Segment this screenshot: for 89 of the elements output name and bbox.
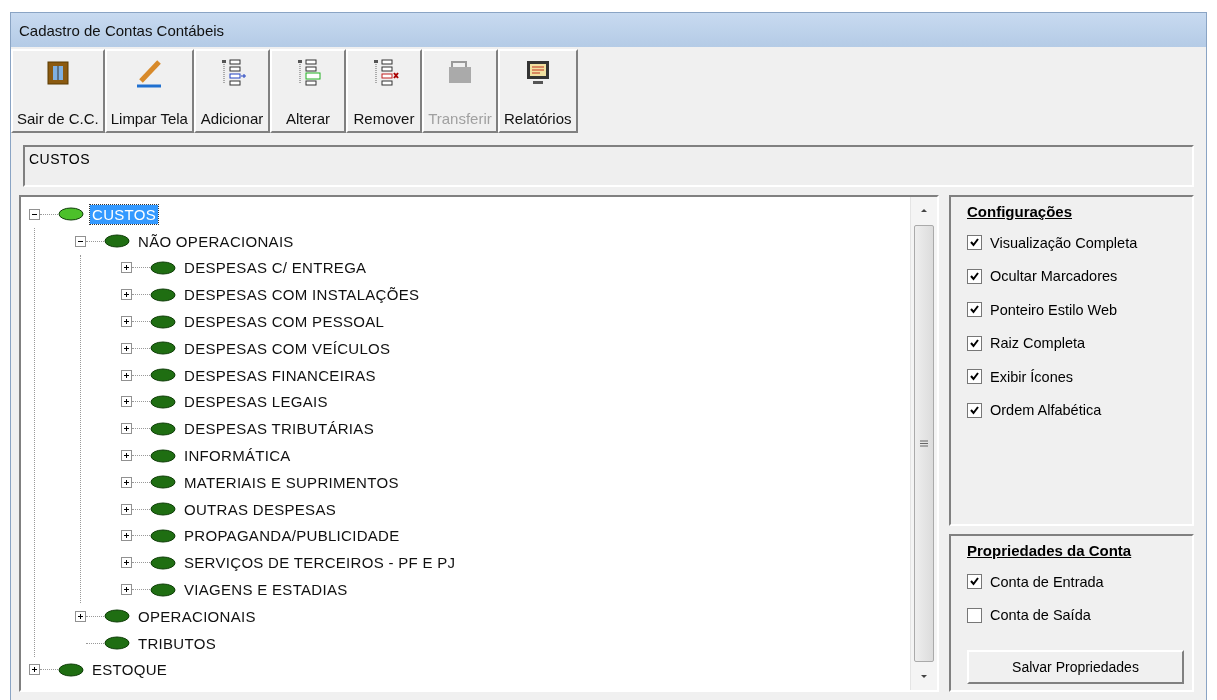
check-icon — [969, 304, 980, 316]
tree-item[interactable]: DESPESAS TRIBUTÁRIAS — [182, 419, 376, 439]
expand-toggle[interactable] — [121, 262, 132, 274]
checkbox[interactable] — [967, 369, 982, 385]
checkbox[interactable] — [967, 268, 982, 284]
check-icon — [969, 237, 980, 249]
expand-toggle[interactable] — [29, 664, 40, 676]
tree-item[interactable]: DESPESAS COM VEÍCULOS — [182, 338, 393, 358]
group-title: Configurações — [967, 203, 1073, 220]
tree-item[interactable]: DESPESAS C/ ENTREGA — [182, 258, 369, 278]
expand-toggle[interactable] — [121, 289, 132, 301]
check-icon — [969, 270, 980, 282]
group-title: Propriedades da Conta — [967, 542, 1133, 559]
checkbox[interactable] — [967, 402, 982, 418]
oval-node-icon — [150, 448, 176, 463]
expand-toggle[interactable] — [121, 342, 132, 354]
tree-item[interactable]: DESPESAS COM INSTALAÇÕES — [182, 285, 422, 305]
check-icon — [969, 371, 980, 383]
collapse-toggle[interactable] — [29, 208, 40, 220]
check-icon — [969, 404, 980, 416]
expand-toggle[interactable] — [121, 503, 132, 515]
oval-node-icon — [150, 555, 176, 570]
scrollbar[interactable] — [910, 197, 937, 690]
oval-node-icon — [150, 475, 176, 490]
expand-toggle[interactable] — [121, 423, 132, 435]
checkbox-label: Conta de Entrada — [990, 573, 1104, 590]
checkbox[interactable] — [967, 335, 982, 351]
oval-node-icon — [150, 528, 176, 543]
toolbar-button[interactable]: Limpar Tela — [104, 49, 194, 133]
checkbox[interactable] — [967, 235, 982, 251]
oval-node-icon — [150, 314, 176, 329]
oval-node-icon — [104, 234, 130, 249]
check-icon — [969, 576, 980, 588]
tree-item[interactable]: OUTRAS DESPESAS — [182, 499, 339, 519]
oval-node-icon — [104, 636, 130, 651]
tree-item[interactable]: DESPESAS LEGAIS — [182, 392, 330, 412]
expand-toggle[interactable] — [121, 584, 132, 596]
checkbox[interactable] — [967, 607, 982, 623]
oval-node-icon — [150, 341, 176, 356]
toolbar-button[interactable]: Sair de C.C. — [11, 49, 105, 133]
toolbar-button[interactable]: Adicionar — [193, 49, 270, 133]
expand-toggle[interactable] — [121, 476, 132, 488]
expand-toggle[interactable] — [75, 610, 86, 622]
oval-node-icon — [150, 582, 176, 597]
tree-item[interactable]: SERVIÇOS DE TERCEIROS - PF E PJ — [182, 553, 458, 573]
oval-node-icon — [150, 368, 176, 383]
tree-item[interactable]: MATERIAIS E SUPRIMENTOS — [182, 472, 401, 492]
expand-toggle[interactable] — [121, 450, 132, 462]
expand-toggle[interactable] — [121, 530, 132, 542]
oval-node-icon — [58, 662, 84, 677]
oval-node-icon — [104, 609, 130, 624]
oval-node-icon — [150, 421, 176, 436]
toolbar-button[interactable]: Relatórios — [497, 49, 578, 133]
tree-item[interactable]: ESTOQUE — [90, 660, 170, 680]
oval-node-icon — [150, 502, 176, 517]
expand-toggle[interactable] — [121, 396, 132, 408]
tree-item[interactable]: VIAGENS E ESTADIAS — [182, 580, 350, 600]
tree-item[interactable]: DESPESAS COM PESSOAL — [182, 312, 387, 332]
toolbar-button[interactable]: Remover — [345, 49, 422, 133]
checkbox-label: Conta de Saída — [990, 607, 1091, 624]
oval-node-icon — [150, 261, 176, 275]
checkbox-label: Exibir Ícones — [990, 368, 1073, 385]
tree-item[interactable]: PROPAGANDA/PUBLICIDADE — [182, 526, 402, 546]
expand-toggle[interactable] — [121, 369, 132, 381]
checkbox-label: Visualização Completa — [990, 234, 1138, 251]
oval-node-icon — [150, 394, 176, 409]
checkbox[interactable] — [967, 574, 982, 590]
window-title: Cadastro de Contas Contábeis — [11, 13, 1206, 47]
checkbox[interactable] — [967, 302, 982, 318]
tree-item[interactable]: NÃO OPERACIONAIS — [136, 231, 296, 251]
tree-item[interactable]: DESPESAS FINANCEIRAS — [182, 365, 378, 385]
check-icon — [969, 337, 980, 349]
grip-icon — [920, 440, 928, 447]
oval-node-icon — [150, 287, 176, 302]
oval-node-icon — [58, 207, 84, 222]
checkbox-label: Ordem Alfabética — [990, 402, 1102, 419]
checkbox-label: Ocultar Marcadores — [990, 268, 1118, 285]
path-field[interactable]: CUSTOS — [23, 145, 1194, 187]
save-properties-button[interactable]: Salvar Propriedades — [967, 650, 1184, 684]
tree-item[interactable]: TRIBUTOS — [136, 633, 218, 653]
checkbox-label: Ponteiro Estilo Web — [990, 301, 1118, 318]
tree-item[interactable]: OPERACIONAIS — [136, 606, 258, 626]
toolbar-button[interactable]: Alterar — [269, 49, 346, 133]
tree-item[interactable]: INFORMÁTICA — [182, 446, 293, 466]
scroll-thumb[interactable] — [914, 225, 934, 662]
expand-toggle[interactable] — [121, 557, 132, 569]
expand-toggle[interactable] — [121, 316, 132, 328]
collapse-toggle[interactable] — [75, 235, 86, 247]
checkbox-label: Raiz Completa — [990, 335, 1086, 352]
